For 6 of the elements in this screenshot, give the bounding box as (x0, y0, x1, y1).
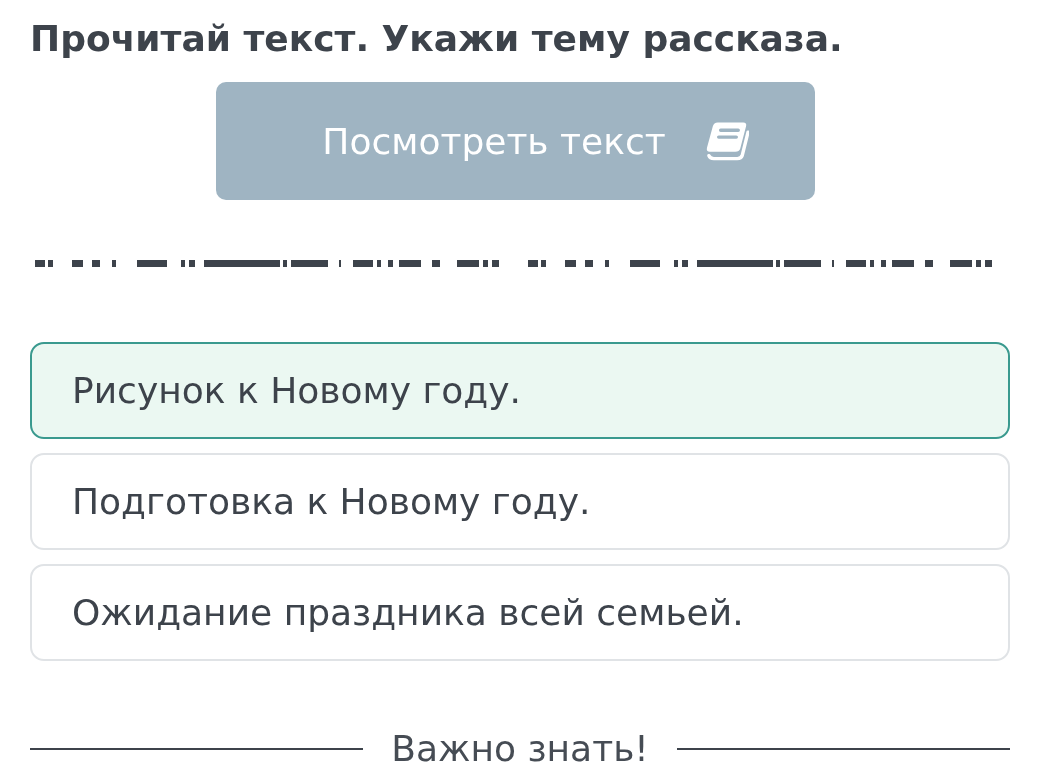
task-heading: Прочитай текст. Укажи тему рассказа. (30, 18, 844, 60)
answer-option[interactable]: Рисунок к Новому году. (30, 342, 1010, 439)
section-title: Важно знать! (391, 729, 649, 769)
answer-option[interactable]: Ожидание праздника всей семьей. (30, 564, 1010, 661)
book-icon (705, 121, 749, 161)
answer-option[interactable]: Подготовка к Новому году. (30, 453, 1010, 550)
